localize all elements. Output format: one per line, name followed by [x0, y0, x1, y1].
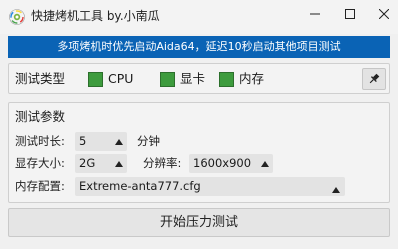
resolution-label: 分辨率:: [143, 156, 182, 170]
pin-icon: [369, 73, 380, 84]
maximize-icon: [345, 9, 355, 19]
test-params-title: 测试参数: [15, 109, 66, 124]
test-type-label: 测试类型: [15, 71, 66, 86]
close-button[interactable]: [370, 3, 398, 25]
vram-value: 2G: [79, 156, 96, 170]
app-icon: [9, 9, 25, 25]
checkbox-checked-icon: [219, 71, 234, 87]
minimize-icon: [310, 13, 320, 15]
close-icon: [379, 9, 389, 19]
vram-spinbox[interactable]: 2G: [75, 154, 127, 173]
spin-up-icon[interactable]: [112, 138, 126, 145]
checkbox-checked-icon: [160, 71, 175, 87]
gpu-checkbox[interactable]: 显卡: [160, 71, 205, 87]
resolution-value: 1600x900: [193, 156, 252, 170]
minimize-button[interactable]: [301, 3, 329, 25]
cpu-checkbox-label: CPU: [108, 71, 134, 86]
info-banner: 多项烤机时优先启动Aida64，延迟10秒启动其他项目测试: [8, 36, 390, 58]
memory-checkbox[interactable]: 内存: [219, 71, 264, 87]
duration-value: 5: [79, 134, 87, 148]
gpu-checkbox-label: 显卡: [180, 71, 206, 86]
duration-spinbox[interactable]: 5: [75, 132, 127, 151]
vram-label: 显存大小:: [15, 156, 65, 170]
memory-checkbox-label: 内存: [239, 71, 265, 86]
test-type-panel: 测试类型 CPU 显卡 内存: [8, 63, 390, 94]
test-params-panel: 测试参数 测试时长: 5 分钟 显存大小: 2G 分辨率: 1600x900 内…: [8, 102, 390, 203]
checkbox-checked-icon: [88, 71, 103, 87]
title-bar: 快捷烤机工具 by.小南瓜: [0, 0, 398, 34]
resolution-spinbox[interactable]: 1600x900: [189, 154, 273, 173]
start-stress-test-button[interactable]: 开始压力测试: [8, 208, 390, 237]
mem-config-label: 内存配置:: [15, 179, 65, 193]
maximize-button[interactable]: [336, 3, 364, 25]
mem-config-select[interactable]: Extreme-anta777.cfg: [75, 177, 345, 196]
mem-config-value: Extreme-anta777.cfg: [79, 179, 201, 193]
dropdown-arrow-icon[interactable]: [332, 182, 340, 196]
pin-button[interactable]: [362, 68, 386, 90]
duration-label: 测试时长:: [15, 134, 65, 148]
window-title: 快捷烤机工具 by.小南瓜: [31, 9, 160, 23]
spin-up-icon[interactable]: [112, 160, 126, 167]
spin-up-icon[interactable]: [258, 160, 272, 167]
cpu-checkbox[interactable]: CPU: [88, 71, 133, 87]
duration-unit: 分钟: [137, 134, 160, 148]
